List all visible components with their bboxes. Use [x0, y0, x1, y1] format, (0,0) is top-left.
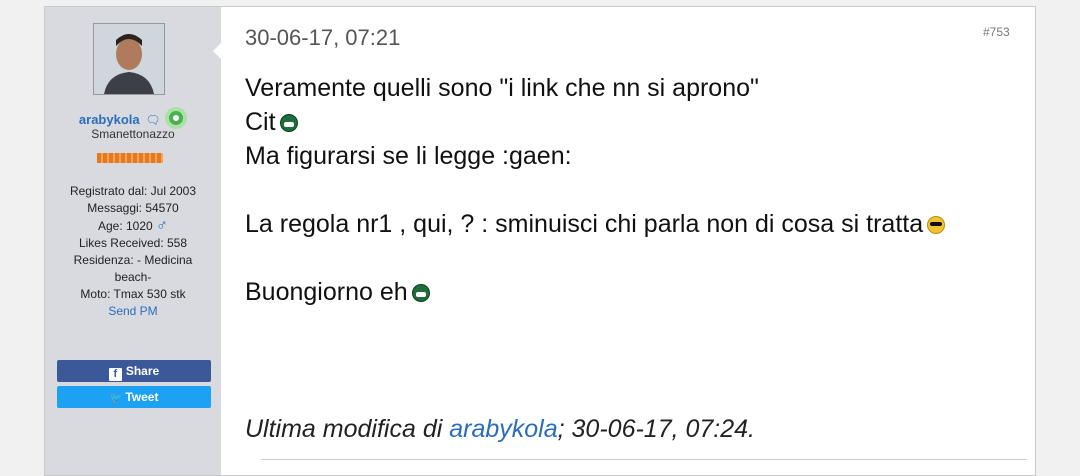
reputation-bar [97, 153, 163, 163]
grin-smiley-icon [279, 114, 298, 132]
private-message-icon[interactable]: 🗨 [145, 113, 160, 127]
edit-note: Ultima modifica di arabykola; 30-06-17, … [245, 415, 755, 444]
post-line: Buongiorno eh [245, 275, 1005, 309]
post-line: Ma figurarsi se li legge :gaen: [245, 142, 572, 170]
post-number-link[interactable]: #753 [983, 25, 1010, 39]
post-date: 30-06-17, 07:21 [245, 25, 401, 50]
forum-post: arabykola 🗨 Smanettonazzo Registrato dal… [44, 6, 1036, 476]
share-label: Share [125, 364, 160, 378]
stat-bike: Moto: Tmax 530 stk [80, 287, 186, 301]
stat-messages: Messaggi: 54570 [87, 201, 179, 215]
facebook-share-button[interactable]: f Share [57, 360, 211, 382]
online-status-icon [165, 107, 188, 129]
post-content: Veramente quelli sono "i link che nn si … [245, 71, 1005, 309]
stat-likes: Likes Received: 558 [78, 236, 188, 250]
post-line: Veramente quelli sono "i link che nn si … [245, 74, 759, 102]
stat-registered: Registrato dal: Jul 2003 [69, 184, 197, 198]
post-line-text: Cit [245, 108, 276, 136]
username-link[interactable]: arabykola [79, 112, 140, 127]
avatar[interactable] [93, 23, 165, 95]
post-line-text: Buongiorno eh [245, 278, 408, 306]
grin-smiley-icon [411, 284, 430, 302]
post-line: La regola nr1 , qui, ? : sminuisci chi p… [245, 207, 1005, 241]
edit-user-link[interactable]: arabykola [449, 415, 557, 443]
user-stats: Registrato dal: Jul 2003 Messaggi: 54570… [55, 183, 211, 320]
username-row: arabykola 🗨 [45, 107, 221, 129]
send-pm-link[interactable]: Send PM [55, 303, 211, 320]
age-label: Age: 1020 [97, 219, 153, 233]
stat-age: Age: 1020 ♂ [55, 217, 211, 235]
user-info-panel: arabykola 🗨 Smanettonazzo Registrato dal… [45, 7, 221, 475]
stat-residence: Residenza: - Medicina beach- [73, 253, 193, 284]
cool-smiley-icon [927, 216, 946, 234]
twitter-icon: 🐦 [109, 393, 122, 404]
post-line: Cit [245, 105, 1005, 139]
divider [261, 459, 1027, 460]
edit-prefix: Ultima modifica di [245, 415, 450, 443]
edit-suffix: ; 30-06-17, 07:24. [557, 415, 756, 443]
tweet-label: Tweet [125, 390, 159, 404]
male-icon: ♂ [156, 217, 169, 234]
facebook-icon: f [108, 368, 122, 381]
panel-arrow [213, 43, 221, 59]
tweet-button[interactable]: 🐦 Tweet [57, 386, 211, 408]
post-line-text: La regola nr1 , qui, ? : sminuisci chi p… [245, 210, 924, 238]
user-title: Smanettonazzo [91, 127, 175, 141]
